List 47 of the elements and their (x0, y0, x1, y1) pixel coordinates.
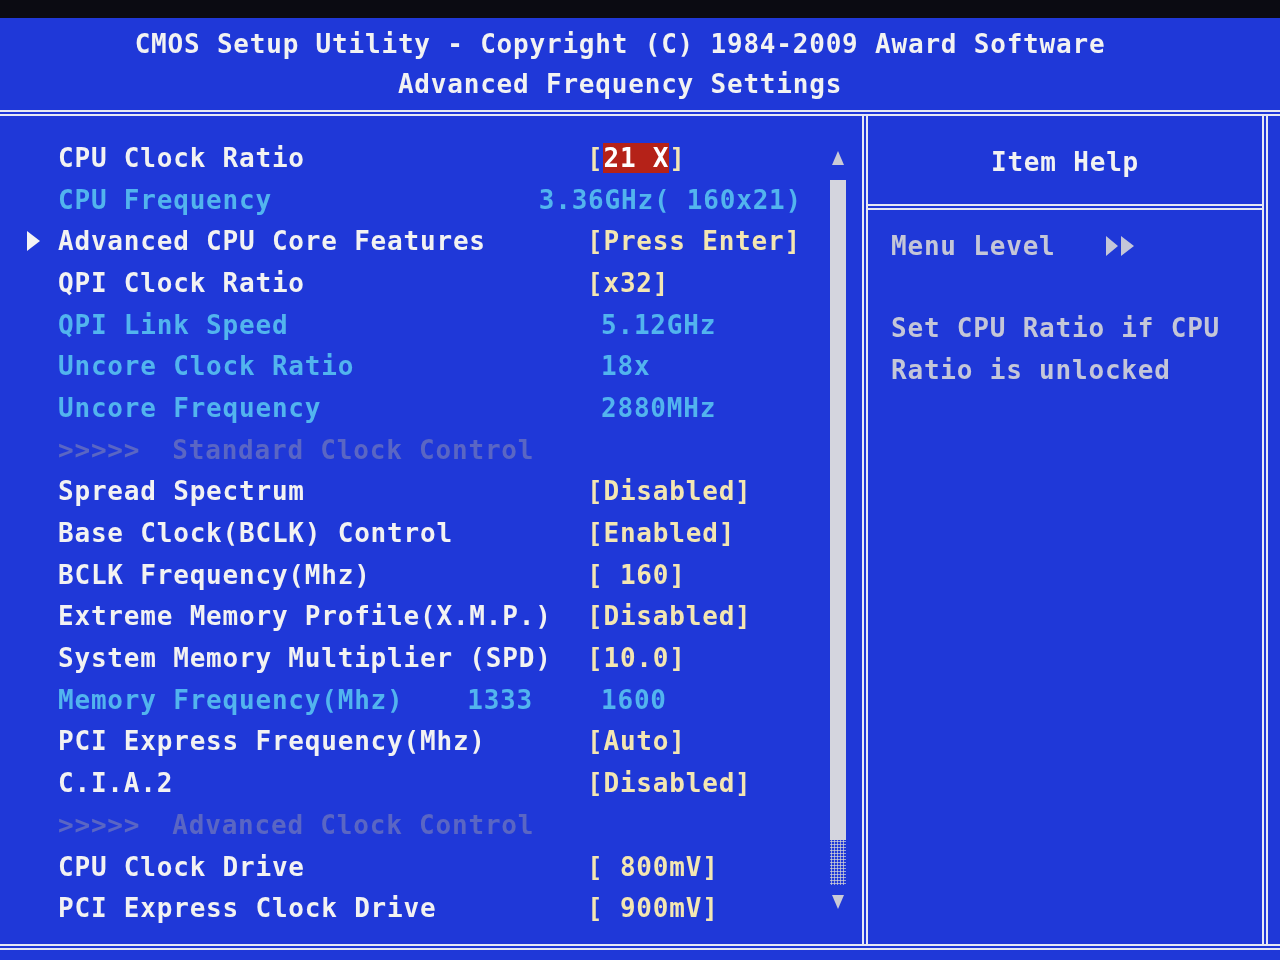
scroll-down-icon[interactable] (832, 895, 844, 909)
setting-value[interactable]: [ 900mV] (587, 891, 719, 926)
setting-value[interactable]: [Disabled] (587, 474, 752, 509)
info-label: Uncore Frequency (58, 391, 322, 425)
help-text: Set CPU Ratio if CPU Ratio is unlocked (891, 312, 1222, 388)
submenu-arrow-icon (27, 231, 40, 252)
help-panel-title: Item Help (990, 146, 1140, 179)
info-label: CPU Frequency (58, 183, 272, 217)
setting-label: Spread Spectrum (58, 475, 305, 509)
setting-value[interactable]: [ 800mV] (587, 849, 719, 884)
section-marker: >>>>> (58, 433, 141, 467)
section-heading: Advanced Clock Control (172, 808, 535, 842)
setting-label: PCI Express Frequency(Mhz) (58, 725, 486, 759)
setting-value[interactable]: [Enabled] (587, 516, 736, 551)
setting-label: System Memory Multiplier (SPD) (58, 642, 552, 676)
info-value: 18x (601, 351, 651, 382)
info-value: 5.12GHz (601, 309, 717, 340)
info-label: QPI Link Speed (58, 308, 289, 342)
info-label: Memory Frequency(Mhz) (58, 683, 404, 717)
scroll-up-icon[interactable] (832, 151, 844, 165)
info-label: Uncore Clock Ratio (58, 350, 355, 384)
info-value: 1600 (601, 684, 667, 715)
submenu-label[interactable]: Advanced CPU Core Features (58, 224, 486, 259)
setting-label: BCLK Frequency(Mhz) (58, 558, 371, 592)
menu-level-arrows-icon (1105, 235, 1134, 256)
setting-label: C.I.A.2 (58, 767, 174, 801)
setting-value[interactable]: [ 160] (587, 557, 686, 592)
info-value: 2880MHz (601, 392, 717, 423)
setting-value[interactable]: [Disabled] (587, 599, 752, 634)
setting-value[interactable]: [Press Enter] (587, 224, 801, 259)
setting-label: Extreme Memory Profile(X.M.P.) (58, 600, 552, 634)
setting-label: CPU Clock Drive (58, 850, 305, 884)
setting-label: QPI Clock Ratio (58, 266, 305, 300)
setting-value[interactable]: [10.0] (587, 641, 686, 676)
info-default-value: 1333 (467, 683, 533, 717)
info-value: 3.36GHz( 160x21) (538, 184, 802, 215)
screen-title: Advanced Frequency Settings (397, 68, 843, 101)
setting-label: PCI Express Clock Drive (58, 892, 437, 926)
setting-label: CPU Clock Ratio (58, 141, 305, 175)
setting-value[interactable]: [Auto] (587, 724, 686, 759)
setting-label: Base Clock(BCLK) Control (58, 517, 453, 551)
utility-title: CMOS Setup Utility - Copyright (C) 1984-2009 Award Software (134, 28, 1106, 61)
menu-level-label: Menu Level (891, 229, 1056, 263)
section-heading: Standard Clock Control (172, 433, 535, 467)
section-marker: >>>>> (58, 808, 141, 842)
setting-value[interactable]: [Disabled] (587, 766, 752, 801)
setting-value[interactable]: [x32] (587, 265, 670, 300)
